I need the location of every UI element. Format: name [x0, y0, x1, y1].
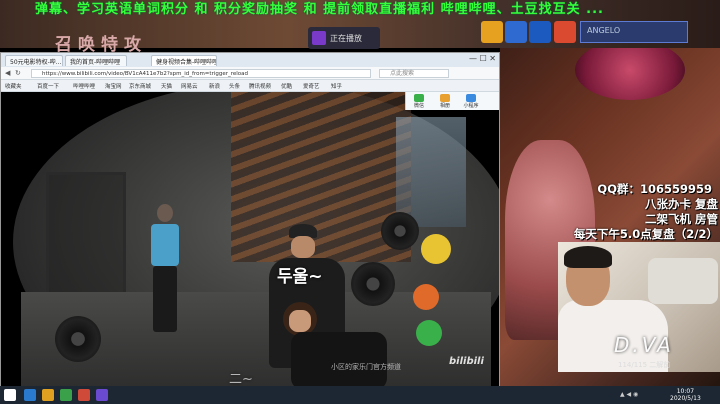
badge-icon-1	[481, 21, 503, 43]
window-controls[interactable]: — ☐ ✕	[469, 54, 496, 63]
start-button-icon[interactable]	[4, 389, 16, 401]
bookmarks-bar: 收藏夹 百度一下 哔哩哔哩 淘宝网 京东商城 天猫 网易云 新浪 头条 腾讯视频…	[1, 80, 499, 92]
url-input[interactable]: https://www.bilibili.com/video/BV1cA411e…	[31, 69, 371, 78]
game-character-hat	[575, 40, 685, 100]
video-subcaption: 二~	[229, 372, 253, 386]
app-icon[interactable]	[96, 389, 108, 401]
system-tray[interactable]: ▲ ◀ ◉	[620, 391, 638, 398]
back-icon[interactable]: ◀	[5, 69, 10, 77]
hero-card: ANGELO	[580, 21, 688, 43]
overlay-line-2: 八张办卡 复盘	[644, 197, 718, 211]
medicine-ball	[413, 284, 439, 310]
music-icon	[312, 31, 326, 45]
bookmark[interactable]: 知乎	[331, 82, 342, 90]
medicine-ball	[421, 234, 451, 264]
bookmark[interactable]: 京东商城	[129, 82, 151, 90]
clock[interactable]: 10:07 2020/5/13	[670, 388, 701, 402]
bookmark[interactable]: 哔哩哔哩	[73, 82, 95, 90]
bookmark[interactable]: 新浪	[209, 82, 220, 90]
bookmark[interactable]: 网易云	[181, 82, 198, 90]
bookmark[interactable]: 爱奇艺	[303, 82, 320, 90]
wechat-shortcut[interactable]: 微信	[410, 94, 428, 109]
bilibili-logo: bilibili	[449, 356, 484, 367]
now-playing-widget: 正在播放	[308, 27, 380, 49]
video-watermark: 小区的家乐门官方频道	[331, 363, 401, 371]
game-character-label: D.VA	[614, 333, 674, 357]
search-input[interactable]: 点此搜索	[379, 69, 449, 78]
address-bar: ◀ ↻ https://www.bilibili.com/video/BV1cA…	[1, 67, 499, 80]
overlay-line-3: 二架飞机 房管	[644, 212, 718, 226]
scrolling-marquee: 弹幕、学习英语单词积分 和 积分奖励抽奖 和 提前领取直播福利 哔哩哔哩、土豆找…	[35, 2, 604, 17]
person-squatting	[149, 204, 183, 334]
miniprogram-shortcut[interactable]: 小程序	[462, 94, 480, 109]
bookmark[interactable]: 腾讯视频	[249, 82, 271, 90]
clock-date: 2020/5/13	[670, 395, 701, 402]
windows-taskbar: ▲ ◀ ◉ 10:07 2020/5/13	[0, 386, 720, 404]
video-player[interactable]: 두울~ 二~ 小区的家乐门官方频道 bilibili	[1, 92, 499, 386]
bookmark[interactable]: 头条	[229, 82, 240, 90]
weight-plate	[381, 212, 419, 250]
person-bending	[271, 302, 391, 386]
browser-titlebar: 50元电影特权-哔... 我的首页-哔哩哔哩 健身视频合集-哔哩哔哩 — ☐ ✕	[1, 53, 499, 67]
app-icon[interactable]	[24, 389, 36, 401]
album-shortcut[interactable]: 相册	[436, 94, 454, 109]
badge-icon-3	[529, 21, 551, 43]
bookmark[interactable]: 收藏夹	[5, 82, 22, 90]
video-caption: 두울~	[277, 267, 323, 287]
browser-tab[interactable]: 50元电影特权-哔...	[5, 55, 63, 66]
app-icon[interactable]	[78, 389, 90, 401]
badge-icon-4	[554, 21, 576, 43]
browser-tab[interactable]: 我的首页-哔哩哔哩	[65, 55, 127, 66]
qq-group-text: QQ群：106559959	[597, 182, 712, 196]
clock-time: 10:07	[676, 388, 695, 395]
browser-side-panel: 微信 相册 小程序	[405, 92, 499, 110]
medicine-ball	[416, 320, 442, 346]
bookmark[interactable]: 优酷	[281, 82, 292, 90]
now-playing-label: 正在播放	[330, 34, 362, 43]
app-icon[interactable]	[60, 389, 72, 401]
browser-window: 50元电影特权-哔... 我的首页-哔哩哔哩 健身视频合集-哔哩哔哩 — ☐ ✕…	[0, 52, 500, 386]
weight-plate	[55, 316, 101, 362]
game-hud-text: 114/115 二解前	[618, 361, 671, 369]
gym-window	[396, 117, 466, 227]
stream-screen: 弹幕、学习英语单词积分 和 积分奖励抽奖 和 提前领取直播福利 哔哩哔哩、土豆找…	[0, 0, 720, 404]
badge-icon-2	[505, 21, 527, 43]
hero-name: ANGELO	[587, 26, 621, 35]
bookmark[interactable]: 淘宝网	[105, 82, 122, 90]
bookmark[interactable]: 百度一下	[37, 82, 59, 90]
browser-tab-active[interactable]: 健身视频合集-哔哩哔哩	[151, 55, 217, 66]
overlay-line-4: 每天下午5.0点复盘（2/2）	[573, 227, 718, 241]
refresh-icon[interactable]: ↻	[15, 69, 21, 77]
app-icon[interactable]	[42, 389, 54, 401]
bookmark[interactable]: 天猫	[161, 82, 172, 90]
